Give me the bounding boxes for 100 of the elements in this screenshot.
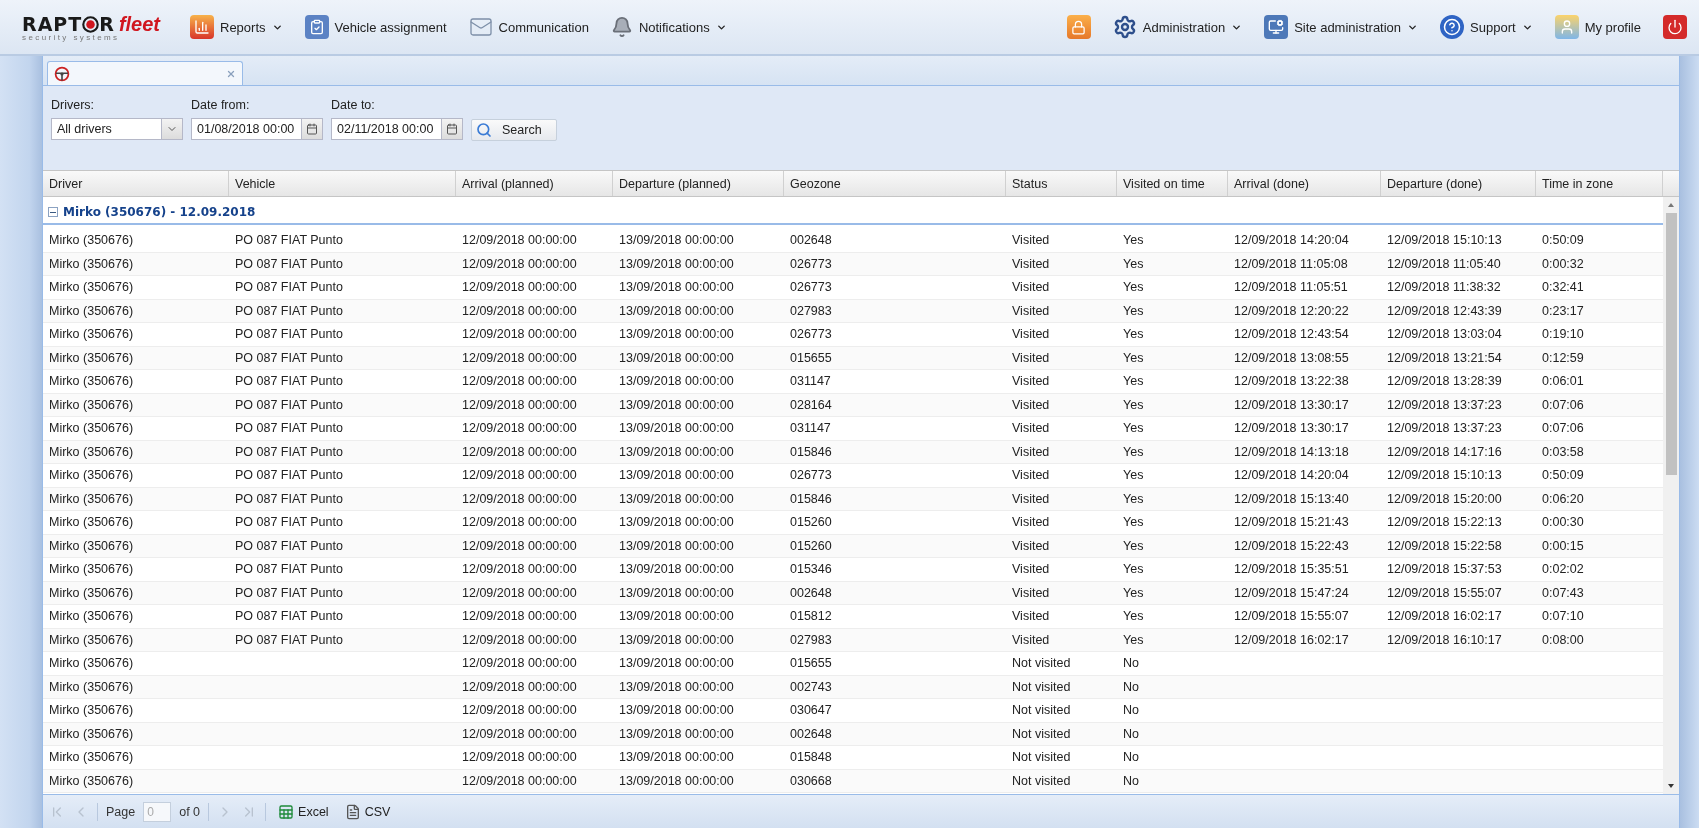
calendar-icon [306, 123, 318, 135]
table-cell-text: 12/09/2018 00:00:00 [461, 656, 578, 671]
column-header[interactable]: Arrival (planned) [456, 171, 613, 196]
table-cell-text: 13/09/2018 00:00:00 [618, 468, 735, 483]
logo-ring-icon [82, 15, 100, 33]
table-cell-text: PO 087 FIAT Punto [234, 256, 344, 271]
table-cell-text: No [1122, 773, 1140, 788]
table-cell-text: Yes [1122, 327, 1145, 342]
table-cell-text: 12/09/2018 15:10:13 [1386, 233, 1503, 248]
table-cell-text: 12/09/2018 00:00:00 [461, 421, 578, 436]
table-cell-text: Yes [1122, 397, 1145, 412]
table-cell-text: 12/09/2018 15:55:07 [1233, 609, 1350, 624]
table-cell-text: 0:03:58 [1541, 444, 1585, 459]
table-cell-text: 0:00:15 [1541, 538, 1585, 553]
menu-item[interactable]: Reports [186, 13, 287, 41]
table-cell-text: 031147 [789, 421, 832, 436]
table-cell-text: 13/09/2018 00:00:00 [618, 327, 735, 342]
column-header[interactable]: Geozone [784, 171, 1006, 196]
table-cell-text: Yes [1122, 233, 1145, 248]
column-header[interactable]: Status [1006, 171, 1117, 196]
table-cell-text: PO 087 FIAT Punto [234, 233, 344, 248]
table-cell-text: 0:19:10 [1541, 327, 1585, 342]
table-cell-text: 0:06:01 [1541, 374, 1585, 389]
monitor-gear-icon [1264, 15, 1289, 39]
date-field[interactable]: 02/11/2018 00:00 [331, 118, 463, 140]
tab[interactable] [47, 61, 243, 85]
table-cell-text: Visited [1011, 303, 1051, 318]
table-cell-text: Mirko (350676) [48, 609, 135, 624]
column-header[interactable]: Time in zone [1536, 171, 1663, 196]
table-cell-text: 12/09/2018 15:10:13 [1386, 468, 1503, 483]
table-cell-text: 13/09/2018 00:00:00 [618, 562, 735, 577]
table-cell-text: Mirko (350676) [48, 585, 135, 600]
search-button[interactable]: Search [471, 119, 557, 141]
table-cell-text: No [1122, 679, 1140, 694]
table-cell-text: 13/09/2018 00:00:00 [618, 750, 735, 765]
date-field[interactable]: 01/08/2018 00:00 [191, 118, 323, 140]
export-button[interactable]: CSV [340, 803, 395, 820]
table-cell-text: Yes [1122, 468, 1145, 483]
table-cell-text: Yes [1122, 491, 1145, 506]
drivers-dropdown[interactable]: All drivers [51, 118, 183, 140]
column-header[interactable]: Arrival (done) [1228, 171, 1381, 196]
table-cell-text: 12/09/2018 00:00:00 [461, 632, 578, 647]
close-button[interactable] [226, 68, 236, 79]
scrollbar[interactable] [1663, 197, 1679, 794]
table-cell-text: 015655 [789, 656, 833, 671]
column-header[interactable]: Departure (planned) [613, 171, 784, 196]
column-header[interactable]: Departure (done) [1381, 171, 1536, 196]
table-cell-text: 12/09/2018 00:00:00 [461, 726, 578, 741]
table-cell-text: 13/09/2018 00:00:00 [618, 773, 735, 788]
table-cell-text: 12/09/2018 15:20:00 [1386, 491, 1503, 506]
table-cell-text: PO 087 FIAT Punto [234, 303, 344, 318]
table-cell-text: 12/09/2018 13:37:23 [1386, 421, 1503, 436]
menu-item[interactable]: Vehicle assignment [300, 13, 451, 41]
collapse-toggle[interactable] [48, 207, 58, 217]
table-cell-text: Mirko (350676) [48, 679, 135, 694]
spreadsheet-icon [278, 803, 295, 820]
table-cell-text: 0:00:30 [1541, 515, 1585, 530]
table-cell-text: Yes [1122, 562, 1145, 577]
table-cell-text: PO 087 FIAT Punto [234, 444, 344, 459]
column-header[interactable]: Visited on time [1117, 171, 1228, 196]
menu-item[interactable]: Administration [1108, 13, 1247, 41]
menu-item[interactable]: Communication [464, 13, 593, 41]
table-cell-text: Mirko (350676) [48, 397, 135, 412]
page-label: Page [106, 804, 136, 819]
table-cell-text: 13/09/2018 00:00:00 [618, 421, 735, 436]
table-cell-text: 12/09/2018 15:21:43 [1233, 515, 1350, 530]
column-header[interactable]: Driver [43, 171, 229, 196]
table-cell-text: 0:00:32 [1541, 256, 1585, 271]
table-cell-text: 12/09/2018 11:38:32 [1386, 280, 1502, 295]
table-cell-text: PO 087 FIAT Punto [234, 491, 344, 506]
table-cell-text: 12/09/2018 00:00:00 [461, 327, 578, 342]
table-cell-text: Visited [1011, 444, 1051, 459]
table-cell-text: 12/09/2018 15:37:53 [1386, 562, 1503, 577]
table-cell-text: 015260 [789, 515, 833, 530]
table-cell-text: 0:02:02 [1541, 562, 1585, 577]
menu-item[interactable]: Notifications [606, 14, 731, 40]
table-cell-text: Visited [1011, 562, 1051, 577]
table-cell-text: Visited [1011, 538, 1051, 553]
export-button[interactable]: Excel [274, 803, 333, 820]
table-cell-text: 002648 [789, 233, 833, 248]
table-cell-text: Not visited [1011, 726, 1072, 741]
menu-item[interactable]: Site administration [1260, 13, 1423, 41]
table-cell-text: 12/09/2018 00:00:00 [461, 538, 578, 553]
table-cell-text: Yes [1122, 609, 1145, 624]
table-cell-text: 13/09/2018 00:00:00 [618, 350, 735, 365]
table-cell-text: Visited [1011, 632, 1051, 647]
table-cell-text: Mirko (350676) [48, 726, 135, 741]
table-cell-text: 030647 [789, 703, 833, 718]
table-cell-text: 12/09/2018 15:35:51 [1233, 562, 1350, 577]
search-icon [476, 122, 492, 138]
table-cell-text: 13/09/2018 00:00:00 [618, 444, 735, 459]
menu-item[interactable]: My profile [1550, 13, 1645, 41]
table-cell-text: 002743 [789, 679, 833, 694]
table-cell-text: Mirko (350676) [48, 491, 135, 506]
table-cell-text: PO 087 FIAT Punto [234, 515, 344, 530]
menu-item[interactable]: Support [1436, 13, 1537, 41]
table-cell-text: 027983 [789, 303, 833, 318]
column-header[interactable]: Vehicle [229, 171, 456, 196]
table-cell-text: Mirko (350676) [48, 303, 135, 318]
table-cell-text: 12/09/2018 00:00:00 [461, 703, 578, 718]
